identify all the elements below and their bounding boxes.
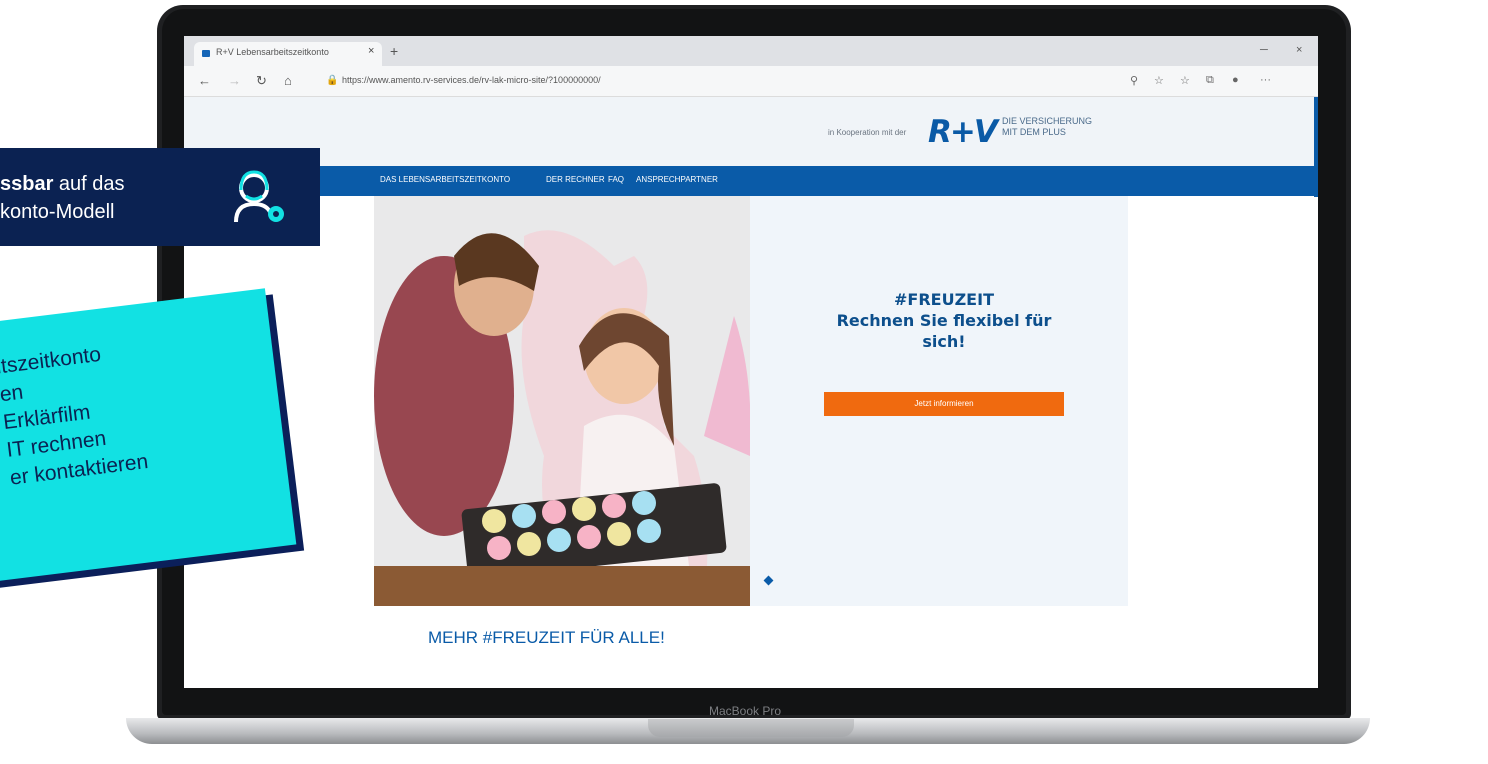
cooperation-text: in Kooperation mit der bbox=[828, 128, 907, 137]
section-title: MEHR #FREUZEIT FÜR ALLE! bbox=[428, 628, 665, 647]
callout-line1-bold: ssbar bbox=[0, 173, 54, 195]
rv-logo[interactable]: R+V bbox=[928, 114, 998, 150]
address-bar-row: ← → ↻ ⌂ 🔒 https://www.amento.rv-services… bbox=[184, 66, 1318, 97]
nav-item-lebensarbeitszeitkonto[interactable]: DAS LEBENSARBEITSZEITKONTO bbox=[380, 175, 510, 184]
nav-item-faq[interactable]: FAQ bbox=[608, 175, 624, 184]
support-agent-icon bbox=[234, 170, 284, 223]
tab-bar: R+V Lebensarbeitszeitkonto × + ─ × bbox=[184, 36, 1318, 66]
reload-icon[interactable]: ↻ bbox=[256, 73, 267, 89]
rv-tagline-line2: MIT DEM PLUS bbox=[1002, 127, 1066, 137]
home-icon[interactable]: ⌂ bbox=[284, 73, 292, 88]
lock-icon: 🔒 bbox=[326, 75, 339, 86]
browser-tab[interactable]: R+V Lebensarbeitszeitkonto × bbox=[194, 42, 382, 66]
hero-photo-illustration bbox=[374, 196, 750, 606]
callout-banner: ssbar auf das konto-Modell bbox=[0, 148, 320, 246]
callout-text: ssbar auf das konto-Modell bbox=[0, 170, 125, 226]
laptop-label: MacBook Pro bbox=[708, 704, 782, 718]
rv-tagline-line1: DIE VERSICHERUNG bbox=[1002, 116, 1093, 126]
forward-icon[interactable]: → bbox=[228, 73, 241, 88]
feature-card: itszeitkonto en Erklärfilm IT rechnen er… bbox=[0, 288, 297, 590]
new-tab-button[interactable]: + bbox=[390, 43, 398, 59]
close-window-button[interactable]: × bbox=[1296, 44, 1302, 56]
hero-photo bbox=[374, 196, 750, 606]
site-header: in Kooperation mit der R+V DIE VERSICHER… bbox=[184, 97, 1318, 166]
hero-headline-line1: #FREUZEIT bbox=[894, 290, 994, 309]
url-field[interactable]: 🔒 https://www.amento.rv-services.de/rv-l… bbox=[324, 70, 1124, 91]
hero-headline: #FREUZEIT Rechnen Sie flexibel für sich! bbox=[764, 289, 1124, 352]
site-nav: DAS LEBENSARBEITSZEITKONTO DER RECHNER F… bbox=[184, 166, 1318, 196]
hero-headline-line3: sich! bbox=[922, 332, 966, 351]
search-icon[interactable]: ⚲ bbox=[1130, 74, 1138, 87]
minimize-button[interactable]: ─ bbox=[1260, 44, 1268, 56]
more-menu-icon[interactable]: ··· bbox=[1260, 74, 1271, 86]
jetzt-informieren-button[interactable]: Jetzt informieren bbox=[824, 392, 1064, 416]
callout-line2: konto-Modell bbox=[0, 201, 115, 223]
collections-icon[interactable]: ⧉ bbox=[1206, 74, 1214, 87]
favicon-icon bbox=[202, 50, 210, 57]
back-icon[interactable]: ← bbox=[198, 73, 211, 88]
nav-item-ansprechpartner[interactable]: ANSPRECHPARTNER bbox=[636, 175, 718, 184]
tab-title: R+V Lebensarbeitszeitkonto bbox=[216, 47, 329, 57]
rv-logo-tagline: DIE VERSICHERUNG MIT DEM PLUS bbox=[1002, 116, 1092, 138]
laptop-notch bbox=[648, 719, 854, 737]
browser-window: R+V Lebensarbeitszeitkonto × + ─ × ← → ↻… bbox=[184, 36, 1318, 688]
favorites-icon[interactable]: ☆ bbox=[1180, 74, 1190, 87]
url-text: https://www.amento.rv-services.de/rv-lak… bbox=[342, 75, 601, 85]
profile-icon[interactable]: ● bbox=[1232, 74, 1239, 86]
hero-headline-line2: Rechnen Sie flexibel für bbox=[836, 311, 1052, 330]
feature-list: itszeitkonto en Erklärfilm IT rechnen er… bbox=[0, 337, 150, 493]
callout-line1-rest: auf das bbox=[53, 173, 125, 195]
tab-close-icon[interactable]: × bbox=[368, 45, 374, 57]
favorite-star-icon[interactable]: ☆ bbox=[1154, 74, 1164, 87]
nav-item-rechner[interactable]: DER RECHNER bbox=[546, 175, 605, 184]
